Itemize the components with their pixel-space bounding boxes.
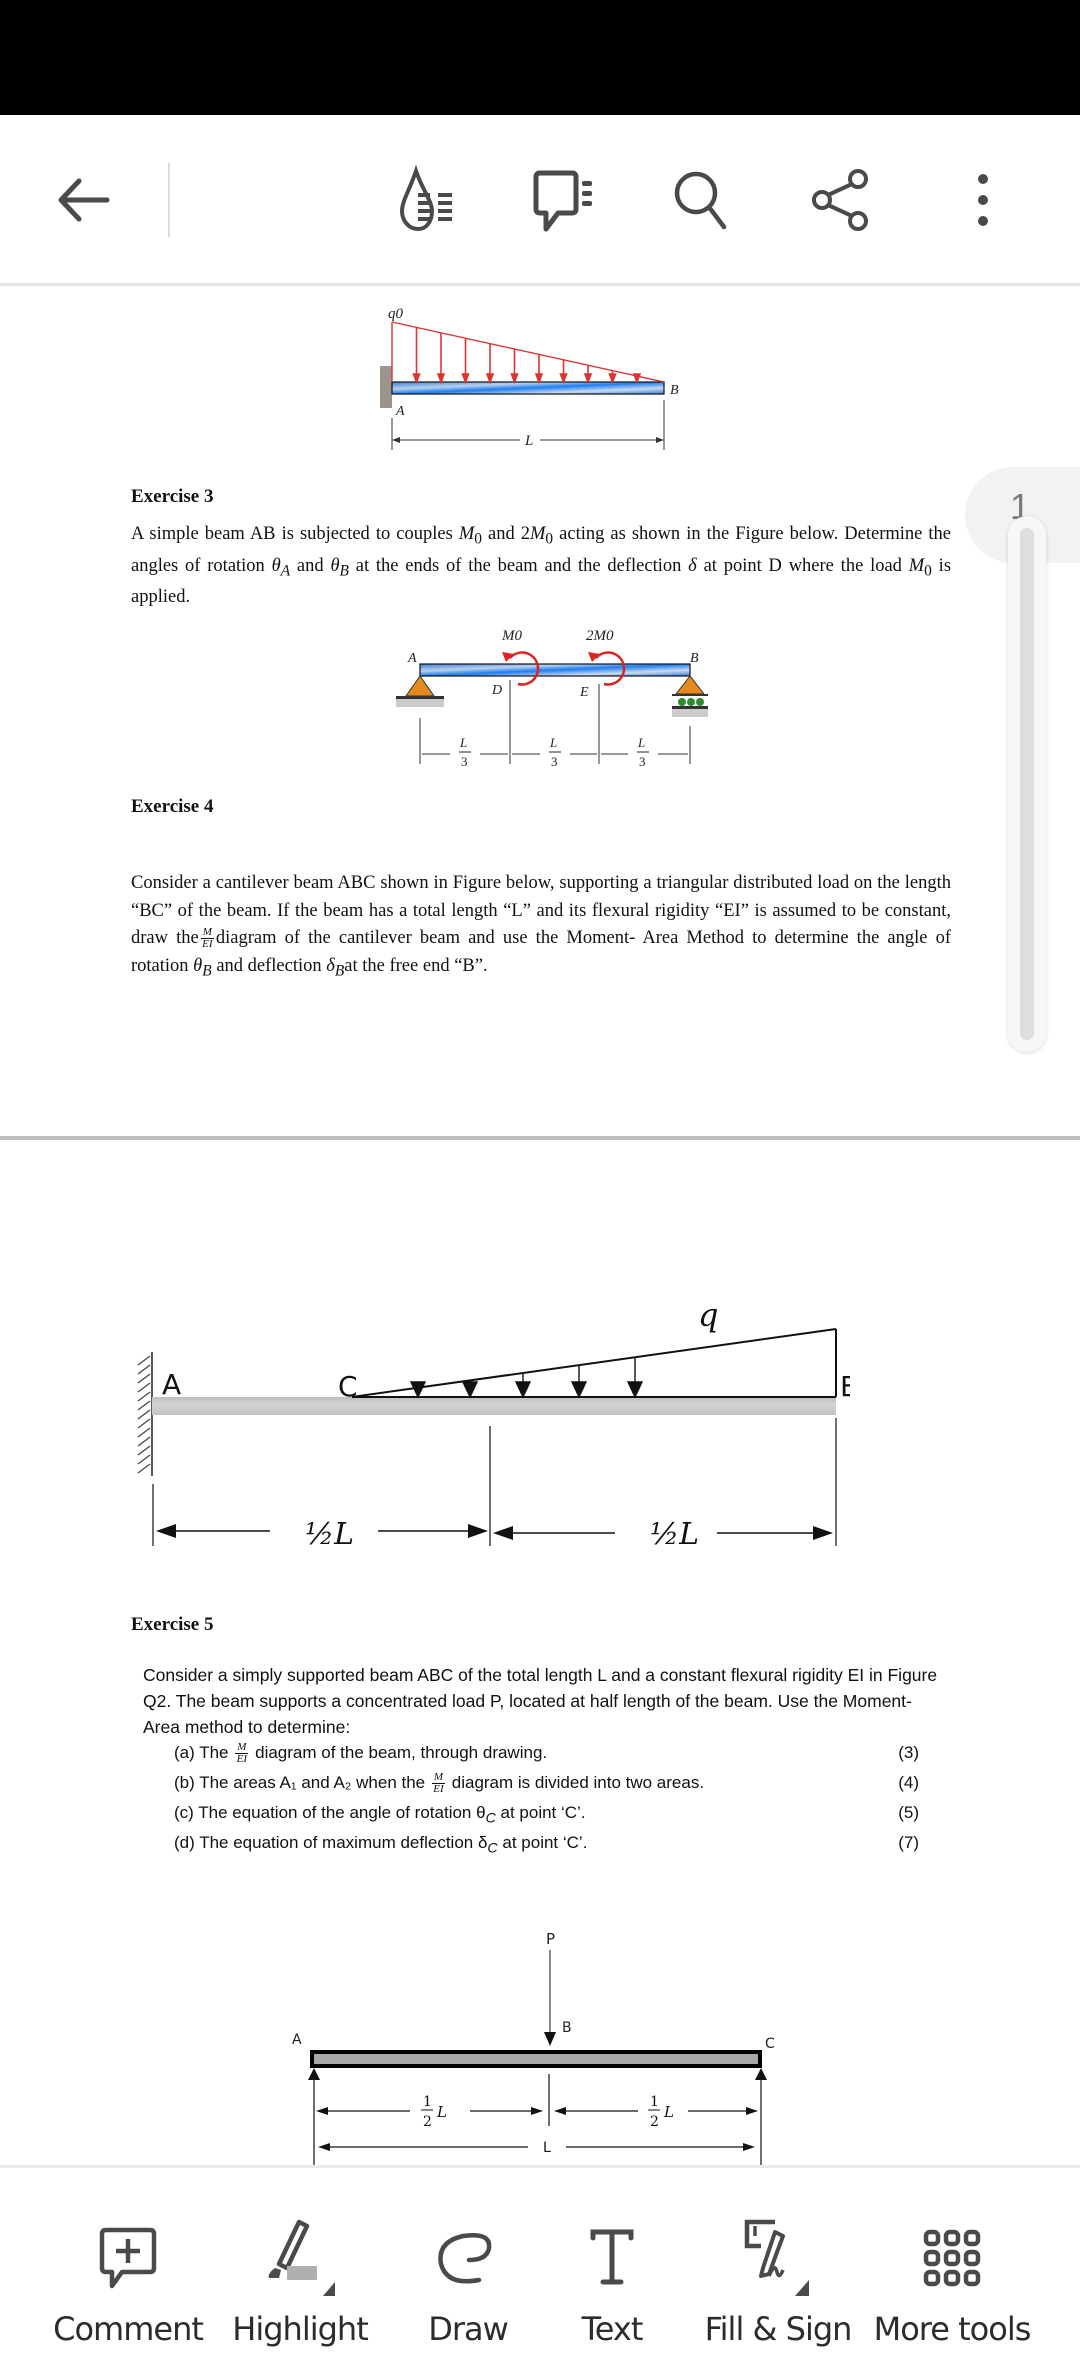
liquid-mode-icon[interactable] (396, 165, 466, 235)
label-half-den-right: 2 (650, 2114, 659, 2130)
m-over-ei-fraction: M EI (200, 926, 214, 951)
label-3: 3 (551, 754, 558, 769)
tool-more-tools[interactable]: More tools (862, 2168, 1042, 2379)
figure-simply-supported-beam: P B A C 1 2 L 1 2 L L (292, 1930, 775, 2166)
load-arrow (461, 338, 470, 385)
load-arrow (514, 1372, 532, 1399)
load-arrow (534, 354, 544, 385)
draw-squiggle-icon (423, 2218, 513, 2298)
label-half-l-right: L (663, 2103, 674, 2121)
label-q: q (698, 1296, 718, 1334)
label-c: C (765, 2036, 775, 2052)
tool-text[interactable]: Text (522, 2168, 702, 2379)
exercise-5-intro: Consider a simply supported beam ABC of … (143, 1665, 938, 1737)
bottom-toolbar: Comment Highlight Draw Text Fill & Sign … (0, 2165, 1080, 2379)
tool-label: More tools (873, 2310, 1032, 2348)
load-arrow (626, 1357, 644, 1399)
label-b: B (840, 1370, 850, 1403)
exercise-5-item-d: (d) The equation of maximum deflection δ… (174, 1828, 919, 1858)
tool-label: Fill & Sign (704, 2310, 853, 2348)
label-b: B (690, 651, 699, 666)
tool-label: Highlight (232, 2310, 368, 2348)
comments-list-icon[interactable] (530, 165, 600, 235)
grid-icon (907, 2218, 997, 2298)
label-half-den-left: 2 (423, 2114, 432, 2130)
load-arrow (485, 343, 495, 385)
label-3: 3 (639, 754, 646, 769)
exercise-5-item-c: (c) The equation of the angle of rotatio… (174, 1798, 919, 1828)
more-vertical-icon[interactable] (948, 165, 1018, 235)
comment-add-icon (83, 2218, 173, 2298)
tool-highlight[interactable]: Highlight (210, 2168, 390, 2379)
label-e: E (579, 685, 589, 700)
scrollbar[interactable] (1008, 516, 1046, 1052)
figure-cantilever-abc: A C B q ½L ½L (137, 1296, 850, 1546)
exercise-4-heading: Exercise 4 (131, 796, 214, 817)
tool-label: Text (581, 2310, 644, 2348)
label-half-l-right: ½L (650, 1517, 699, 1546)
points-b: (4) (898, 1773, 919, 1792)
load-arrow (436, 332, 446, 385)
exercise-5-heading: Exercise 5 (131, 1614, 214, 1635)
label-l: L (524, 433, 533, 449)
points-c: (5) (898, 1803, 919, 1822)
label-a: A (407, 651, 417, 666)
load-arrow (461, 1380, 479, 1399)
share-icon[interactable] (808, 165, 878, 235)
label-a: A (162, 1368, 181, 1401)
label-3: 3 (461, 754, 468, 769)
load-arrow (510, 349, 519, 385)
label-d: D (491, 683, 502, 698)
figure-simple-beam-couples: M0 2M0 A B D E L 3 L 3 L 3 (396, 628, 708, 769)
label-total-l: L (543, 2140, 551, 2156)
text-tool-icon (567, 2218, 657, 2298)
label-l-over-3: L (549, 735, 557, 750)
figure-cantilever-triangular-load: q0 A B L (380, 306, 679, 450)
scroll-thumb[interactable] (1020, 528, 1034, 1040)
exercise-5-items: (a) The M EI diagram of the beam, through… (174, 1738, 919, 1858)
load-arrow (412, 327, 421, 385)
label-2m0: 2M0 (586, 628, 614, 644)
app-bar-divider (168, 163, 170, 237)
label-p: P (546, 1930, 555, 1948)
label-c: C (338, 1370, 358, 1403)
load-arrow (608, 370, 617, 385)
tool-comment[interactable]: Comment (38, 2168, 218, 2379)
highlighter-icon (255, 2218, 345, 2298)
status-bar (0, 0, 1080, 115)
label-a: A (292, 2032, 302, 2048)
load-arrow (409, 1381, 427, 1399)
page-divider (0, 1136, 1080, 1140)
tool-fill-sign[interactable]: Fill & Sign (688, 2168, 868, 2379)
load-arrow (559, 359, 568, 385)
load-arrow (570, 1365, 588, 1399)
label-l-over-3: L (459, 735, 467, 750)
label-b: B (562, 2020, 572, 2036)
points-d: (7) (898, 1833, 919, 1852)
label-q0: q0 (388, 306, 404, 322)
load-arrow (632, 373, 642, 385)
points-a: (3) (898, 1743, 919, 1762)
pdf-document-view[interactable]: q0 A B L Exercise 3 A simple beam AB is … (0, 286, 1080, 2166)
exercise-4-text: Consider a cantilever beam ABC shown in … (131, 873, 951, 980)
label-half-num-right: 1 (650, 2094, 659, 2110)
search-icon[interactable] (668, 165, 738, 235)
label-l-over-3: L (637, 735, 645, 750)
label-b: B (670, 383, 679, 398)
exercise-3-text: A simple beam AB is subjected to couples… (131, 524, 952, 608)
exercise-5-item-b: (b) The areas A₁ and A₂ when the M EI dia… (174, 1768, 919, 1798)
app-bar (0, 115, 1080, 286)
label-half-l-left: L (436, 2103, 447, 2121)
exercise-3-heading: Exercise 3 (131, 486, 214, 507)
tool-label: Comment (53, 2310, 204, 2348)
fill-sign-icon (733, 2218, 823, 2298)
load-arrow (583, 365, 593, 385)
label-half-num-left: 1 (423, 2094, 432, 2110)
label-a: A (395, 404, 405, 419)
label-m0: M0 (501, 628, 522, 644)
exercise-5-item-a: (a) The M EI diagram of the beam, through… (174, 1738, 919, 1768)
back-arrow-icon[interactable] (48, 165, 118, 235)
label-half-l-left: ½L (305, 1517, 354, 1546)
